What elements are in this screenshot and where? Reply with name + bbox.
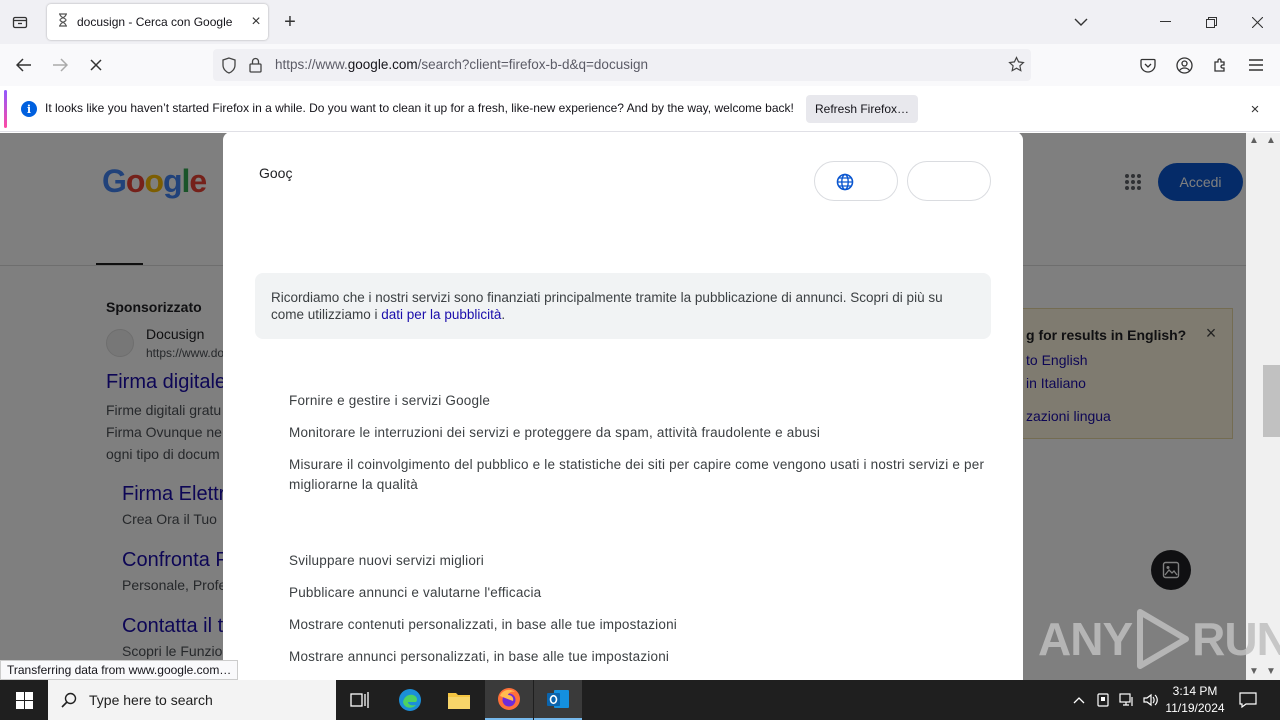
menu-hamburger-icon[interactable] — [1242, 51, 1270, 79]
windows-start-icon[interactable] — [0, 680, 48, 720]
refresh-firefox-button[interactable]: Refresh Firefox… — [806, 95, 918, 123]
url-text[interactable]: https://www.google.com/search?client=fir… — [275, 57, 648, 72]
taskbar-search-placeholder: Type here to search — [89, 692, 213, 708]
bookmark-star-icon[interactable] — [1008, 56, 1025, 78]
search-icon — [61, 692, 77, 708]
minimize-icon[interactable] — [1142, 0, 1188, 44]
tab-title: docusign - Cerca con Google — [77, 15, 233, 29]
clock-date: 11/19/2024 — [1165, 701, 1225, 715]
forward-arrow-icon[interactable] — [46, 51, 74, 79]
stop-loading-icon[interactable] — [82, 51, 110, 79]
notification-message: It looks like you haven’t started Firefo… — [45, 101, 794, 115]
network-icon[interactable] — [1116, 680, 1138, 720]
refresh-notification-bar: i It looks like you haven’t started Fire… — [0, 86, 1280, 132]
notifications-icon[interactable] — [1236, 680, 1260, 720]
consent-list-item: Misurare il coinvolgimento del pubblico … — [289, 457, 985, 492]
windows-taskbar: Type here to search 3:14 PM 11/19/2024 — [0, 680, 1280, 720]
consent-list-item: Sviluppare nuovi servizi migliori — [289, 553, 484, 568]
edge-browser-icon[interactable] — [386, 680, 434, 720]
pocket-icon[interactable] — [1134, 51, 1162, 79]
notification-accent — [4, 90, 7, 128]
restore-icon[interactable] — [1188, 0, 1234, 44]
status-text: Transferring data from www.google.com… — [0, 660, 239, 680]
consent-list-item: Monitorare le interruzioni dei servizi e… — [289, 425, 821, 440]
anyrun-watermark: ANY RUN — [1038, 608, 1280, 670]
show-hidden-icons-chevron-icon[interactable] — [1068, 680, 1090, 720]
lock-icon[interactable] — [249, 57, 262, 78]
close-window-icon[interactable] — [1234, 0, 1280, 44]
page-scrollbar[interactable]: ▲ ▲ ▼ ▼ — [1246, 133, 1280, 680]
navigation-bar: https://www.google.com/search?client=fir… — [0, 44, 1280, 86]
file-explorer-icon[interactable] — [435, 680, 483, 720]
consent-list-item: Mostrare contenuti personalizzati, in ba… — [289, 617, 677, 632]
volume-icon[interactable] — [1140, 680, 1162, 720]
tab-list-icon[interactable] — [8, 10, 32, 34]
play-triangle-icon — [1137, 609, 1190, 669]
consent-list-item: Mostrare annunci personalizzati, in base… — [289, 649, 670, 664]
language-selector-button[interactable] — [814, 161, 898, 201]
globe-icon — [836, 173, 854, 196]
account-icon[interactable] — [1170, 51, 1198, 79]
taskbar-clock[interactable]: 3:14 PM 11/19/2024 — [1160, 683, 1230, 717]
tray-app-icon[interactable] — [1092, 680, 1114, 720]
list-all-tabs-chevron-icon[interactable] — [1058, 0, 1104, 44]
task-view-icon[interactable] — [336, 680, 384, 720]
tracking-shield-icon[interactable] — [221, 57, 237, 79]
back-arrow-icon[interactable] — [10, 51, 38, 79]
ads-notice: Ricordiamo che i nostri servizi sono fin… — [255, 273, 991, 339]
dialog-logo-text: Gooç — [259, 165, 293, 181]
outlook-icon[interactable] — [534, 680, 582, 720]
consent-list-item: Fornire e gestire i servizi Google — [289, 393, 491, 408]
consent-list-item: Pubblicare annunci e valutarne l'efficac… — [289, 585, 542, 600]
extensions-puzzle-icon[interactable] — [1206, 51, 1234, 79]
clock-time: 3:14 PM — [1172, 684, 1218, 698]
scroll-up-arrow-icon[interactable]: ▲ — [1266, 135, 1276, 146]
scrollbar-thumb[interactable] — [1263, 365, 1280, 437]
url-bar[interactable]: https://www.google.com/search?client=fir… — [213, 49, 1031, 81]
dialog-sign-in-button[interactable] — [907, 161, 991, 201]
firefox-icon[interactable] — [485, 680, 533, 720]
tab-active[interactable]: docusign - Cerca con Google × — [47, 4, 268, 40]
ads-data-link[interactable]: dati per la pubblicità — [381, 307, 501, 322]
hourglass-icon — [57, 12, 69, 32]
taskbar-search-box[interactable]: Type here to search — [48, 680, 336, 720]
notification-close-icon[interactable]: × — [1244, 98, 1266, 120]
scroll-up-arrow-icon[interactable]: ▲ — [1249, 135, 1259, 146]
tab-close-icon[interactable]: × — [244, 10, 268, 34]
tab-bar: docusign - Cerca con Google × + — [0, 0, 1280, 44]
consent-dialog: Gooç Ricordiamo che i nostri servizi son… — [223, 132, 1023, 680]
new-tab-plus-icon[interactable]: + — [278, 10, 302, 34]
info-icon: i — [21, 101, 37, 117]
